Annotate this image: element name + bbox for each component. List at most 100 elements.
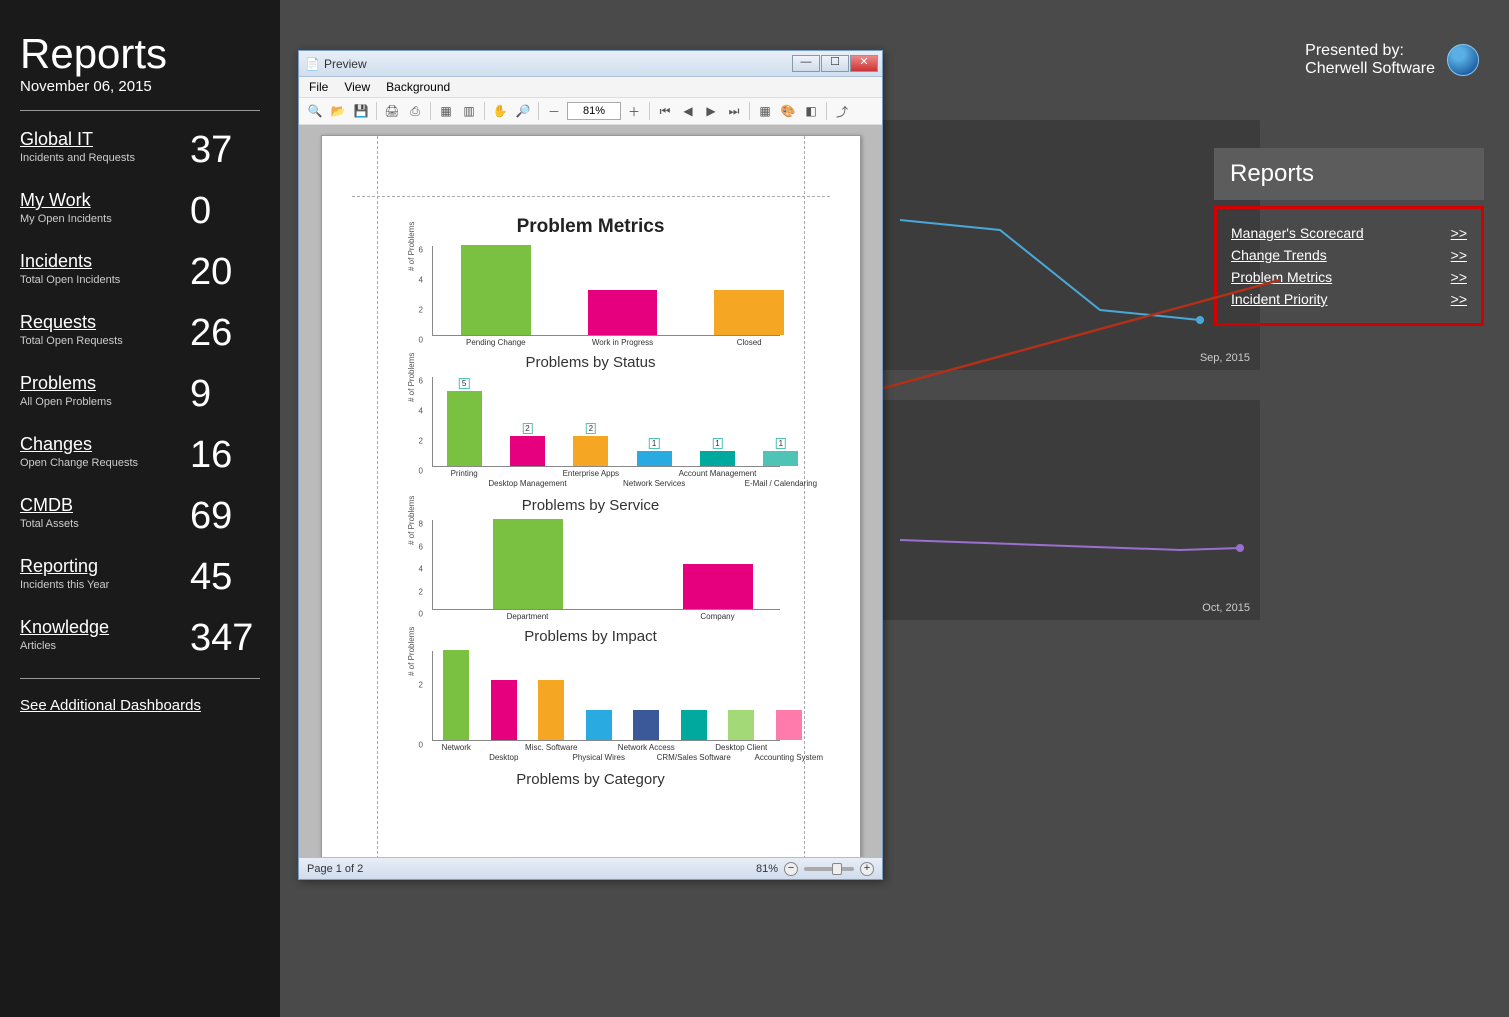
report-link-label[interactable]: Change Trends: [1231, 247, 1327, 263]
sidebar-value: 26: [190, 312, 260, 355]
cherwell-logo-icon: [1447, 44, 1479, 76]
sidebar-item-global-it[interactable]: Global IT Incidents and Requests 37: [20, 129, 260, 172]
sidebar-link[interactable]: CMDB: [20, 495, 73, 515]
report-link-change-trends[interactable]: Change Trends >>: [1231, 247, 1467, 263]
report-link-label[interactable]: Manager's Scorecard: [1231, 225, 1364, 241]
zoom-percent: 81%: [756, 863, 778, 875]
sidebar-value: 9: [190, 373, 260, 416]
save-icon[interactable]: 💾: [351, 101, 371, 121]
bar: [700, 451, 735, 466]
prev-page-icon[interactable]: ◀: [678, 101, 698, 121]
report-link-arrow[interactable]: >>: [1451, 247, 1467, 263]
separator: [376, 102, 377, 120]
y-tick: 6: [419, 377, 423, 386]
y-axis-label: # of Problems: [407, 221, 416, 270]
hand-icon[interactable]: ✋: [490, 101, 510, 121]
window-icon: 📄: [305, 57, 320, 71]
category-label: Closed: [709, 338, 789, 347]
data-label: 2: [522, 423, 532, 434]
sidebar: Reports November 06, 2015 Global IT Inci…: [0, 0, 280, 1017]
zoom-out-button[interactable]: −: [784, 862, 798, 876]
y-tick: 2: [419, 587, 423, 596]
sidebar-link[interactable]: Knowledge: [20, 617, 109, 637]
maximize-button[interactable]: ☐: [821, 55, 849, 72]
report-link-problem-metrics[interactable]: Problem Metrics >>: [1231, 269, 1467, 285]
sidebar-item-my-work[interactable]: My Work My Open Incidents 0: [20, 190, 260, 233]
separator: [484, 102, 485, 120]
report-link-incident-priority[interactable]: Incident Priority >>: [1231, 291, 1467, 307]
sidebar-link[interactable]: Changes: [20, 434, 92, 454]
sidebar-link[interactable]: Global IT: [20, 129, 93, 149]
sidebar-value: 45: [190, 556, 260, 599]
sidebar-value: 37: [190, 129, 260, 172]
sidebar-link[interactable]: Requests: [20, 312, 96, 332]
zoomout-icon[interactable]: －: [544, 101, 564, 121]
document-area[interactable]: Problem Metrics # of Problems0246Pending…: [299, 125, 882, 857]
report-link-arrow[interactable]: >>: [1451, 269, 1467, 285]
sidebar-link[interactable]: My Work: [20, 190, 91, 210]
page-title: Reports: [20, 30, 260, 78]
zoom-slider[interactable]: [804, 867, 854, 871]
reports-links-box: Manager's Scorecard >> Change Trends >> …: [1214, 206, 1484, 326]
bar: [586, 710, 612, 740]
sidebar-item-requests[interactable]: Requests Total Open Requests 26: [20, 312, 260, 355]
quickprint-icon[interactable]: ⎙: [405, 101, 425, 121]
menu-file[interactable]: File: [309, 80, 328, 94]
next-page-icon[interactable]: ▶: [701, 101, 721, 121]
menu-background[interactable]: Background: [386, 80, 450, 94]
sidebar-sub: Total Assets: [20, 518, 190, 530]
data-label: 5: [459, 378, 469, 389]
data-label: 1: [649, 438, 659, 449]
sidebar-item-knowledge[interactable]: Knowledge Articles 347: [20, 617, 260, 660]
pagesetup-icon[interactable]: ▦: [436, 101, 456, 121]
close-button[interactable]: ✕: [850, 55, 878, 72]
page-indicator: Page 1 of 2: [307, 863, 363, 875]
divider: [20, 110, 260, 111]
multipage-icon[interactable]: ▦: [755, 101, 775, 121]
sidebar-item-reporting[interactable]: Reporting Incidents this Year 45: [20, 556, 260, 599]
open-icon[interactable]: 📂: [328, 101, 348, 121]
category-label: Misc. Software: [511, 743, 591, 752]
y-tick: 4: [419, 565, 423, 574]
sidebar-link[interactable]: Incidents: [20, 251, 92, 271]
bar: [681, 710, 707, 740]
menu-view[interactable]: View: [344, 80, 370, 94]
brand-name: Cherwell Software: [1305, 60, 1435, 78]
sidebar-item-cmdb[interactable]: CMDB Total Assets 69: [20, 495, 260, 538]
bgcolor-icon[interactable]: 🎨: [778, 101, 798, 121]
separator: [749, 102, 750, 120]
see-additional-dashboards-link[interactable]: See Additional Dashboards: [20, 697, 201, 714]
report-link-arrow[interactable]: >>: [1451, 225, 1467, 241]
zoom-input[interactable]: [567, 102, 621, 120]
sidebar-item-changes[interactable]: Changes Open Change Requests 16: [20, 434, 260, 477]
sidebar-sub: Total Open Requests: [20, 335, 190, 347]
margins-icon[interactable]: ▥: [459, 101, 479, 121]
last-page-icon[interactable]: ⏭: [724, 101, 744, 121]
sidebar-link[interactable]: Problems: [20, 373, 96, 393]
first-page-icon[interactable]: ⏮: [655, 101, 675, 121]
search-icon[interactable]: 🔍: [305, 101, 325, 121]
sidebar-link[interactable]: Reporting: [20, 556, 98, 576]
report-link-managers-scorecard[interactable]: Manager's Scorecard >>: [1231, 225, 1467, 241]
minimize-button[interactable]: —: [792, 55, 820, 72]
sidebar-item-problems[interactable]: Problems All Open Problems 9: [20, 373, 260, 416]
zoom-in-button[interactable]: +: [860, 862, 874, 876]
report-link-arrow[interactable]: >>: [1451, 291, 1467, 307]
zoomin-icon[interactable]: ＋: [624, 101, 644, 121]
y-tick: 0: [419, 610, 423, 619]
magnifier-icon[interactable]: 🔎: [513, 101, 533, 121]
sidebar-value: 16: [190, 434, 260, 477]
sidebar-item-incidents[interactable]: Incidents Total Open Incidents 20: [20, 251, 260, 294]
bar: [588, 290, 658, 335]
report-link-label[interactable]: Incident Priority: [1231, 291, 1327, 307]
statusbar: Page 1 of 2 81% − +: [299, 857, 882, 879]
print-icon[interactable]: 🖨: [382, 101, 402, 121]
y-tick: 8: [419, 520, 423, 529]
bar: [728, 710, 754, 740]
watermark-icon[interactable]: ◧: [801, 101, 821, 121]
separator: [826, 102, 827, 120]
export-icon[interactable]: ⤴: [832, 101, 852, 121]
titlebar[interactable]: 📄 Preview — ☐ ✕: [299, 51, 882, 77]
report-link-label[interactable]: Problem Metrics: [1231, 269, 1332, 285]
presented-label: Presented by:: [1305, 42, 1435, 60]
